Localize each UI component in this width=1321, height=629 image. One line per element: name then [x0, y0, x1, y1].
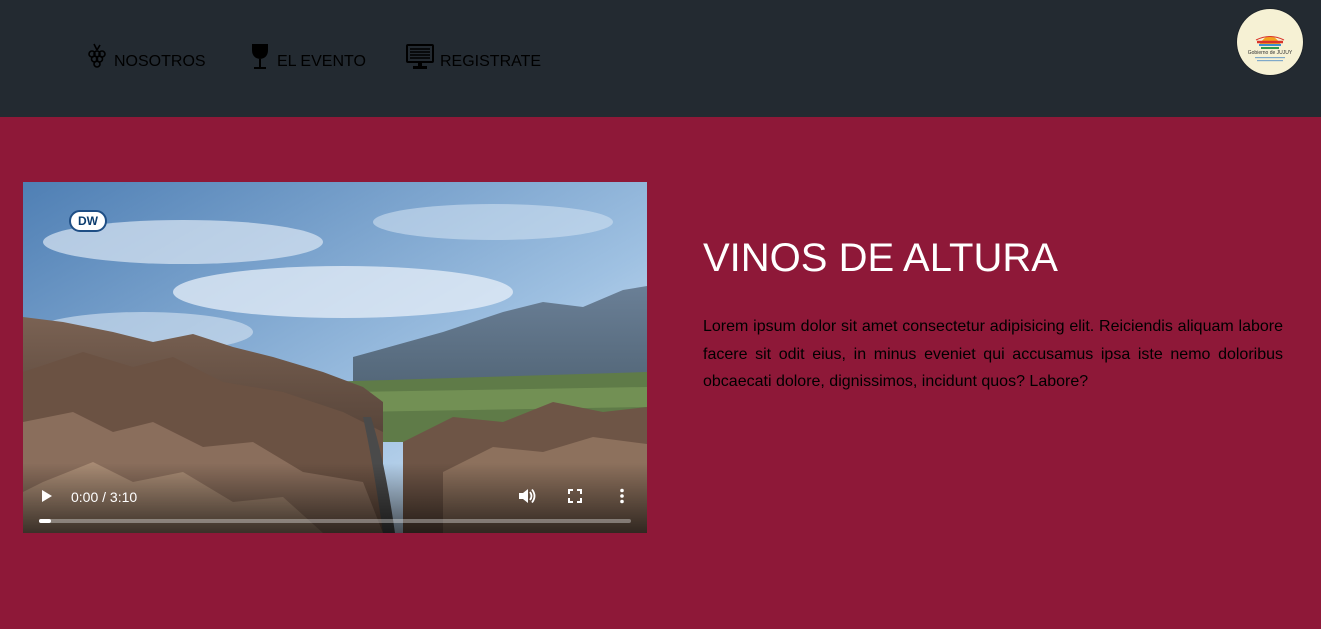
hero-section: DW 0:00 / 3:10 VINOS DE ALTURA Lorem ips… [0, 117, 1321, 629]
dw-channel-logo: DW [69, 210, 107, 232]
video-progress-bar[interactable] [39, 519, 631, 523]
grapes-icon [86, 42, 108, 72]
hero-description: Lorem ipsum dolor sit amet consectetur a… [703, 318, 1283, 390]
hero-title: VINOS DE ALTURA [703, 236, 1058, 280]
video-progress-fill [39, 519, 51, 523]
play-button[interactable] [40, 488, 54, 504]
navbar: NOSOTROS EL EVENTO REGISTRATE Gobierno d… [0, 0, 1321, 117]
nav-label-nosotros: NOSOTROS [114, 53, 206, 70]
page: NOSOTROS EL EVENTO REGISTRATE Gobierno d… [0, 0, 1321, 629]
logo-text: Gobierno de JUJUY [1248, 50, 1293, 56]
more-vertical-icon [620, 488, 624, 504]
volume-button[interactable] [518, 488, 536, 504]
nav-label-registrate: REGISTRATE [440, 53, 542, 70]
fullscreen-icon [568, 489, 582, 503]
video-time: 0:00 / 3:10 [71, 489, 138, 505]
wine-glass-icon [249, 42, 271, 72]
volume-icon [519, 488, 536, 504]
gobierno-jujuy-logo[interactable]: Gobierno de JUJUY [1237, 9, 1303, 75]
more-options-button[interactable] [619, 488, 625, 504]
nav-link-registrate[interactable]: REGISTRATE [406, 42, 541, 72]
nav-link-el-evento[interactable]: EL EVENTO [249, 42, 366, 72]
computer-monitor-icon [406, 42, 434, 72]
nav-label-el-evento: EL EVENTO [277, 53, 366, 70]
nav-link-nosotros[interactable]: NOSOTROS [86, 42, 206, 72]
fullscreen-button[interactable] [568, 489, 582, 503]
video-player[interactable]: DW 0:00 / 3:10 [23, 182, 647, 533]
video-controls: 0:00 / 3:10 [23, 463, 647, 533]
play-icon [42, 490, 52, 502]
